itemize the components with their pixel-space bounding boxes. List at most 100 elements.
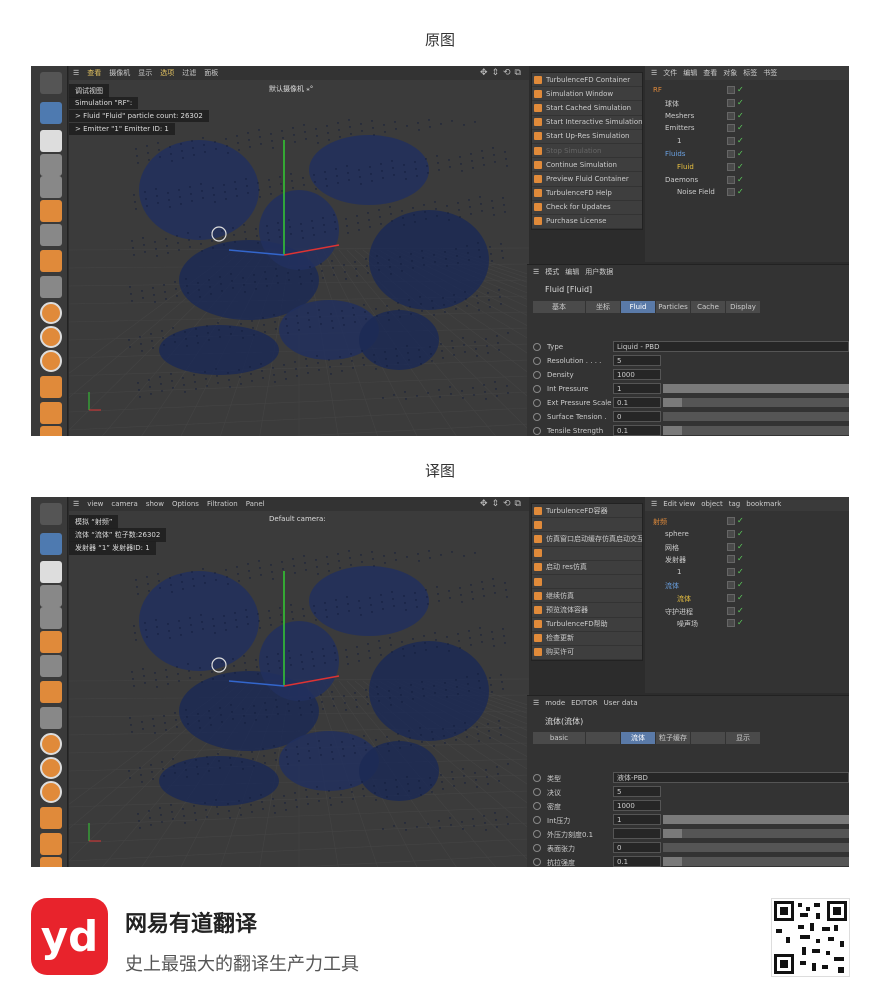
object-visibility-toggle[interactable]	[727, 568, 735, 577]
animation-dot-icon[interactable]	[533, 357, 541, 365]
viewport-menu-item[interactable]: Panel	[246, 500, 265, 508]
sphere-icon[interactable]	[40, 154, 62, 176]
enabled-check-icon[interactable]: ✓	[737, 123, 744, 132]
hamburger-icon[interactable]: ☰	[533, 699, 539, 707]
object-row[interactable]: Emitters ✓	[645, 122, 849, 135]
parameter-slider[interactable]	[663, 426, 849, 435]
enabled-check-icon[interactable]: ✓	[737, 175, 744, 184]
3d-viewport[interactable]: ☰ 查看 摄像机 显示 选项 过滤 面板 ✥⇕⟲⧉ 调试视图 Simulation "RF": > …	[69, 66, 529, 436]
parameter-value[interactable]: 5	[613, 786, 661, 797]
point-mode-icon[interactable]	[40, 707, 62, 729]
object-visibility-toggle[interactable]	[727, 86, 735, 94]
object-visibility-toggle[interactable]	[727, 593, 735, 602]
cube-orange-icon[interactable]	[40, 631, 62, 653]
tab[interactable]: 粒子缓存	[656, 732, 690, 744]
parameter-value[interactable]: 1000	[613, 369, 661, 380]
tab[interactable]: Particles	[656, 301, 690, 313]
grid-icon[interactable]	[40, 402, 62, 424]
cube-orange-icon[interactable]	[40, 200, 62, 222]
tab[interactable]: 基本	[533, 301, 585, 313]
tab[interactable]: 显示	[726, 732, 760, 744]
object-row[interactable]: 1 ✓	[645, 135, 849, 148]
parameter-slider[interactable]	[663, 398, 849, 407]
object-menu-item[interactable]: 编辑	[683, 68, 697, 78]
object-row[interactable]: 流体 ✓	[645, 579, 849, 592]
parameter-slider[interactable]	[663, 829, 849, 838]
animation-dot-icon[interactable]	[533, 816, 541, 824]
magnet-icon[interactable]	[40, 807, 62, 829]
menu-item[interactable]: Check for Updates	[532, 201, 642, 215]
parameter-slider[interactable]	[663, 843, 849, 852]
object-visibility-toggle[interactable]	[727, 581, 735, 589]
object-visibility-toggle[interactable]	[727, 137, 735, 146]
enabled-check-icon[interactable]: ✓	[737, 606, 744, 615]
menu-item[interactable]: TurbulenceFD容器	[532, 504, 642, 519]
menu-item[interactable]: 检查更新	[532, 632, 642, 646]
menu-item[interactable]: Continue Simulation	[532, 158, 642, 173]
menu-item[interactable]: Stop Simulation	[532, 144, 642, 159]
sphere-icon[interactable]	[40, 585, 62, 607]
enabled-check-icon[interactable]: ✓	[737, 149, 744, 158]
object-menu-item[interactable]: Edit view	[663, 500, 695, 508]
animation-dot-icon[interactable]	[533, 774, 541, 782]
parameter-value[interactable]: 1	[613, 814, 661, 825]
tab[interactable]: 流体	[621, 732, 655, 744]
tab[interactable]: Cache	[691, 301, 725, 313]
viewport-menu-item[interactable]: Filtration	[207, 500, 238, 508]
s-red-icon[interactable]	[40, 781, 62, 803]
3d-viewport[interactable]: ☰ view camera show Options Filtration Panel ✥⇕⟲…	[69, 497, 529, 867]
animation-dot-icon[interactable]	[533, 343, 541, 351]
object-visibility-toggle[interactable]	[727, 124, 735, 133]
object-row[interactable]: Fluid ✓	[645, 161, 849, 174]
menu-item[interactable]: 仿真窗口启动缓存仿真启动交互式仿真停止仿真	[532, 532, 642, 547]
render-icon[interactable]	[40, 72, 62, 94]
object-visibility-toggle[interactable]	[727, 150, 735, 158]
menu-item[interactable]: Simulation Window	[532, 87, 642, 102]
viewport-menu-item[interactable]: 选项	[160, 68, 174, 78]
checker-icon[interactable]	[40, 561, 62, 583]
hamburger-icon[interactable]: ☰	[73, 500, 79, 508]
object-visibility-toggle[interactable]	[727, 606, 735, 615]
object-menu-item[interactable]: object	[701, 500, 723, 508]
layer-icon[interactable]	[40, 655, 62, 677]
viewport-menu-item[interactable]: Options	[172, 500, 199, 508]
object-row[interactable]: Fluids ✓	[645, 148, 849, 161]
render-icon[interactable]	[40, 503, 62, 525]
layer-icon[interactable]	[40, 224, 62, 246]
parameter-value[interactable]: 0	[613, 842, 661, 853]
menu-item[interactable]: 启动 res仿真	[532, 561, 642, 575]
hamburger-icon[interactable]: ☰	[651, 69, 657, 77]
menu-item[interactable]: 继续仿真	[532, 589, 642, 604]
object-row[interactable]: RF ✓	[645, 84, 849, 97]
object-row[interactable]: sphere ✓	[645, 528, 849, 541]
menu-item[interactable]: Preview Fluid Container	[532, 172, 642, 187]
attribute-menu-item[interactable]: EDITOR	[571, 699, 598, 707]
checker-icon[interactable]	[40, 130, 62, 152]
menu-item[interactable]: TurbulenceFD Help	[532, 187, 642, 201]
object-row[interactable]: 流体 ✓	[645, 592, 849, 605]
menu-item[interactable]: Start Up-Res Simulation	[532, 130, 642, 144]
attribute-menu-item[interactable]: User data	[604, 699, 638, 707]
tab[interactable]: 坐标	[586, 301, 620, 313]
object-visibility-toggle[interactable]	[727, 517, 735, 525]
viewport-nav-icons[interactable]: ✥⇕⟲⧉	[480, 499, 525, 509]
enabled-check-icon[interactable]: ✓	[737, 580, 744, 589]
s-orange-icon[interactable]	[40, 757, 62, 779]
parameter-value[interactable]: 5	[613, 355, 661, 366]
tab[interactable]	[586, 732, 620, 744]
parameter-value[interactable]	[613, 828, 661, 839]
parameter-slider[interactable]	[663, 815, 849, 824]
object-row[interactable]: Noise Field ✓	[645, 186, 849, 199]
parameter-value[interactable]: Liquid - PBD	[613, 341, 849, 352]
enabled-check-icon[interactable]: ✓	[737, 529, 744, 538]
animation-dot-icon[interactable]	[533, 385, 541, 393]
animation-dot-icon[interactable]	[533, 802, 541, 810]
s-red-icon[interactable]	[40, 350, 62, 372]
enabled-check-icon[interactable]: ✓	[737, 111, 744, 120]
attribute-menu-item[interactable]: 模式	[545, 267, 559, 277]
animation-dot-icon[interactable]	[533, 858, 541, 866]
object-visibility-toggle[interactable]	[727, 555, 735, 564]
menu-item[interactable]: 预览流体容器	[532, 603, 642, 618]
object-visibility-toggle[interactable]	[727, 111, 735, 120]
viewport-menu-item[interactable]: view	[87, 500, 103, 508]
